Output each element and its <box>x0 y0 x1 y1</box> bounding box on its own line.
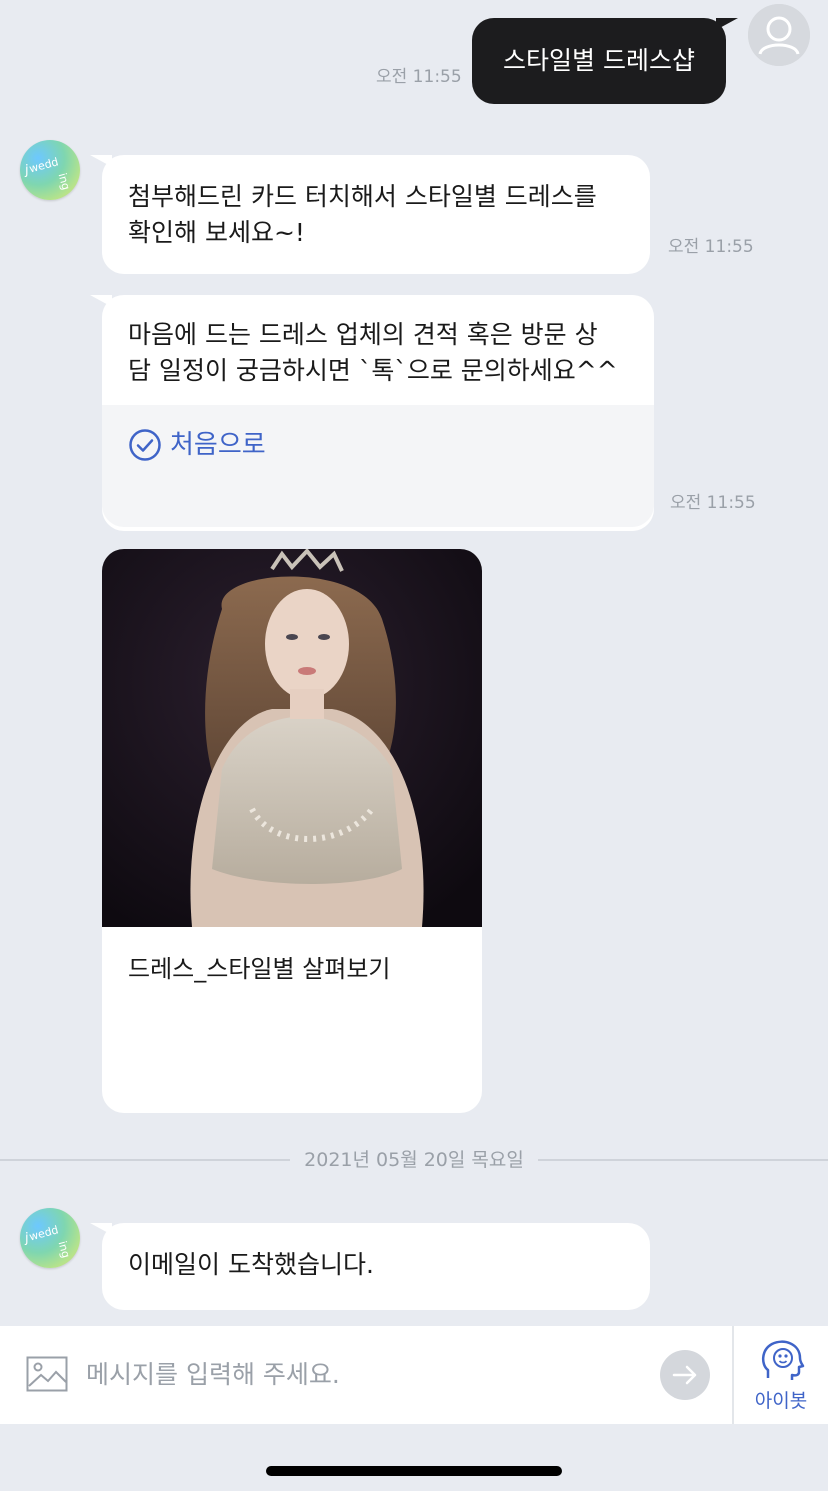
dress-photo <box>102 549 482 927</box>
go-to-start-label: 처음으로 <box>170 430 266 460</box>
ibot-button-label: 아이봇 <box>754 1389 808 1412</box>
bot-message-time: 오전 11:55 <box>670 493 756 513</box>
card-title: 드레스_스타일별 살펴보기 <box>128 955 391 983</box>
svg-text:wedd: wedd <box>28 155 60 175</box>
image-icon[interactable] <box>26 1356 68 1392</box>
bot-message-bubble: 첨부해드린 카드 터치해서 스타일별 드레스를 확인해 보세요~! <box>102 155 650 274</box>
date-divider-line <box>0 1159 290 1161</box>
bot-message-body: 마음에 드는 드레스 업체의 견적 혹은 방문 상 담 일정이 궁금하시면 `톡… <box>102 295 654 405</box>
user-message-time: 오전 11:55 <box>376 67 462 87</box>
quick-action-area: 처음으로 <box>102 405 654 527</box>
date-divider-line <box>538 1159 828 1161</box>
user-avatar-icon[interactable] <box>748 4 810 66</box>
bot-message-text: 확인해 보세요~! <box>128 218 305 247</box>
send-arrow-icon <box>672 1365 697 1385</box>
bot-message-text: 첨부해드린 카드 터치해서 스타일별 드레스를 <box>128 182 597 211</box>
bot-message-text: 이메일이 도착했습니다. <box>128 1250 374 1279</box>
user-message-bubble: 스타일별 드레스샵 <box>472 18 726 104</box>
bot-message-bubble: 이메일이 도착했습니다. <box>102 1223 650 1310</box>
bot-message-bubble: 마음에 드는 드레스 업체의 견적 혹은 방문 상 담 일정이 궁금하시면 `톡… <box>102 295 654 531</box>
go-to-start-button[interactable]: 처음으로 <box>128 427 628 463</box>
message-input[interactable] <box>86 1350 646 1398</box>
date-divider-label: 2021년 05월 20일 목요일 <box>290 1145 538 1172</box>
bot-head-icon <box>762 1339 805 1380</box>
bot-avatar-logo[interactable]: j wedd ing <box>20 140 80 200</box>
check-circle-icon <box>129 429 161 461</box>
bot-message-text: 담 일정이 궁금하시면 `톡`으로 문의하세요^^ <box>128 356 618 385</box>
svg-text:ing: ing <box>56 172 73 192</box>
bot-message-text: 마음에 드는 드레스 업체의 견적 혹은 방문 상 <box>128 320 598 349</box>
home-indicator[interactable] <box>266 1466 562 1476</box>
bot-avatar-logo[interactable]: j wedd ing <box>20 1208 80 1268</box>
dress-style-card[interactable]: 드레스_스타일별 살펴보기 <box>102 549 482 1113</box>
svg-text:wedd: wedd <box>28 1223 60 1243</box>
send-button[interactable] <box>660 1350 710 1400</box>
svg-text:ing: ing <box>56 1240 73 1260</box>
bot-message-time: 오전 11:55 <box>668 237 754 257</box>
ibot-button[interactable]: 아이봇 <box>732 1326 828 1424</box>
